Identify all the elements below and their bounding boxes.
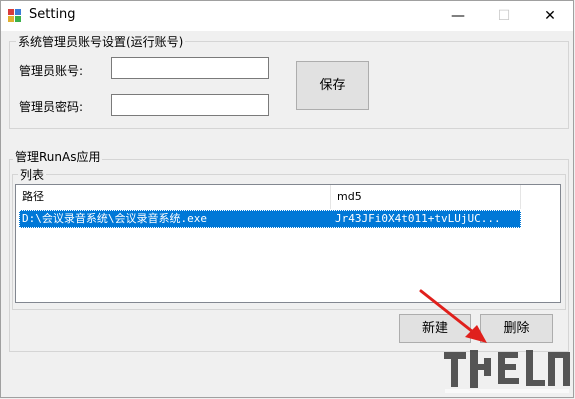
admin-group-legend: 系统管理员账号设置(运行账号) <box>16 33 186 50</box>
account-input[interactable] <box>111 57 269 79</box>
maximize-button: ☐ <box>481 1 527 31</box>
column-header-path[interactable]: 路径 <box>16 185 331 209</box>
row-focus-outline <box>19 210 521 228</box>
save-button[interactable]: 保存 <box>296 61 369 110</box>
minimize-button[interactable]: — <box>435 1 481 31</box>
list-group-legend: 列表 <box>18 166 47 183</box>
title-bar[interactable]: Setting — ☐ ✕ <box>1 1 573 31</box>
maximize-icon: ☐ <box>497 8 511 24</box>
password-label: 管理员密码: <box>19 100 84 114</box>
column-header-md5[interactable]: md5 <box>331 185 521 209</box>
window-title: Setting <box>29 7 76 22</box>
close-icon: ✕ <box>544 8 556 24</box>
watermark-logo <box>444 350 570 393</box>
admin-account-group: 系统管理员账号设置(运行账号) <box>9 33 569 129</box>
account-label: 管理员账号: <box>19 64 84 78</box>
close-button[interactable]: ✕ <box>527 1 573 31</box>
app-window-icon <box>8 9 21 22</box>
password-input[interactable] <box>111 94 269 116</box>
minimize-icon: — <box>451 8 465 24</box>
runas-group-legend: 管理RunAs应用 <box>13 148 103 165</box>
